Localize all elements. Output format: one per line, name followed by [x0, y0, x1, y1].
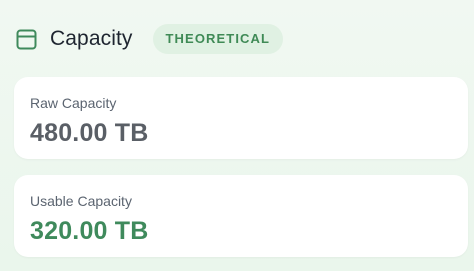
usable-capacity-card: Usable Capacity 320.00 TB [14, 175, 468, 257]
raw-capacity-card: Raw Capacity 480.00 TB [14, 77, 468, 159]
status-badge: THEORETICAL [152, 24, 284, 54]
usable-capacity-label: Usable Capacity [30, 193, 132, 209]
panel-layout-icon [16, 29, 37, 50]
usable-capacity-value: 320.00 TB [30, 217, 149, 245]
page-title: Capacity [50, 27, 133, 50]
raw-capacity-value: 480.00 TB [30, 119, 149, 147]
raw-capacity-label: Raw Capacity [30, 95, 117, 111]
capacity-panel: Capacity THEORETICAL Raw Capacity 480.00… [0, 0, 474, 271]
panel-header: Capacity THEORETICAL [16, 22, 284, 56]
